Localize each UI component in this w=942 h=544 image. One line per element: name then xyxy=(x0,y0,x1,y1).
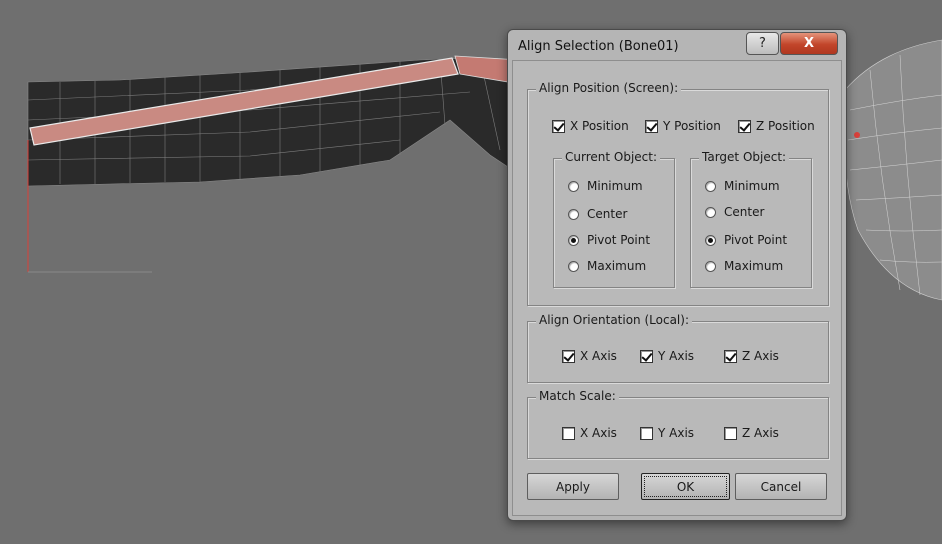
ok-button[interactable]: OK xyxy=(641,473,730,500)
align-orientation-group: Align Orientation (Local): X Axis Y Axis… xyxy=(527,313,829,383)
orientation-y-check-icon xyxy=(640,349,653,363)
y-position-checkbox[interactable]: Y Position xyxy=(645,119,721,133)
orientation-x-label: X Axis xyxy=(580,349,617,363)
target-pivot-point-label: Pivot Point xyxy=(724,233,788,247)
target-pivot-point-radio[interactable]: Pivot Point xyxy=(705,233,787,247)
current-minimum-radio[interactable]: Minimum xyxy=(568,179,643,193)
cancel-button[interactable]: Cancel xyxy=(735,473,827,500)
current-pivot-point-radio-icon xyxy=(568,234,579,246)
x-position-label: X Position xyxy=(570,119,629,133)
current-center-radio-icon xyxy=(568,208,579,220)
current-center-radio[interactable]: Center xyxy=(568,207,627,221)
target-object-group: Target Object: Minimum Center Pivot Poin… xyxy=(690,150,812,288)
dialog-title: Align Selection (Bone01) xyxy=(518,39,679,54)
help-button[interactable]: ? xyxy=(746,32,779,55)
target-minimum-radio[interactable]: Minimum xyxy=(705,179,780,193)
target-center-radio[interactable]: Center xyxy=(705,205,764,219)
align-orientation-legend: Align Orientation (Local): xyxy=(536,313,692,327)
close-button[interactable]: X xyxy=(780,32,838,55)
dialog-body: Align Position (Screen): X Position Y Po… xyxy=(512,60,842,516)
z-position-checkbox[interactable]: Z Position xyxy=(738,119,815,133)
x-position-check-icon xyxy=(552,119,565,133)
y-position-check-icon xyxy=(645,119,658,133)
z-position-check-icon xyxy=(738,119,751,133)
close-icon: X xyxy=(803,36,815,51)
x-position-checkbox[interactable]: X Position xyxy=(552,119,629,133)
scale-z-label: Z Axis xyxy=(742,426,779,440)
scale-y-axis-checkbox[interactable]: Y Axis xyxy=(640,426,694,440)
orientation-y-label: Y Axis xyxy=(658,349,695,363)
target-minimum-label: Minimum xyxy=(724,179,780,193)
current-maximum-label: Maximum xyxy=(587,259,647,273)
orientation-x-axis-checkbox[interactable]: X Axis xyxy=(562,349,617,363)
current-object-legend: Current Object: xyxy=(562,150,661,164)
align-selection-dialog: Align Selection (Bone01) ? X Align Posit… xyxy=(507,29,847,521)
help-icon: ? xyxy=(759,36,766,51)
orientation-x-check-icon xyxy=(562,349,575,363)
current-minimum-radio-icon xyxy=(568,180,579,192)
match-scale-group: Match Scale: X Axis Y Axis Z Axis xyxy=(527,389,829,459)
target-maximum-radio[interactable]: Maximum xyxy=(705,259,783,273)
target-center-radio-icon xyxy=(705,206,716,218)
scale-y-label: Y Axis xyxy=(658,426,695,440)
align-position-group: Align Position (Screen): X Position Y Po… xyxy=(527,81,829,306)
scale-x-label: X Axis xyxy=(580,426,617,440)
orientation-z-label: Z Axis xyxy=(742,349,779,363)
scale-z-axis-checkbox[interactable]: Z Axis xyxy=(724,426,779,440)
scale-x-check-icon xyxy=(562,426,575,440)
current-center-label: Center xyxy=(587,207,628,221)
orientation-z-check-icon xyxy=(724,349,737,363)
current-maximum-radio[interactable]: Maximum xyxy=(568,259,646,273)
z-position-label: Z Position xyxy=(756,119,815,133)
current-pivot-point-radio[interactable]: Pivot Point xyxy=(568,233,650,247)
scale-x-axis-checkbox[interactable]: X Axis xyxy=(562,426,617,440)
head-pivot-marker xyxy=(854,132,860,138)
current-maximum-radio-icon xyxy=(568,260,579,272)
scale-z-check-icon xyxy=(724,426,737,440)
target-minimum-radio-icon xyxy=(705,180,716,192)
orientation-y-axis-checkbox[interactable]: Y Axis xyxy=(640,349,694,363)
target-center-label: Center xyxy=(724,205,765,219)
align-position-legend: Align Position (Screen): xyxy=(536,81,682,95)
target-pivot-point-radio-icon xyxy=(705,234,716,246)
orientation-z-axis-checkbox[interactable]: Z Axis xyxy=(724,349,779,363)
target-object-legend: Target Object: xyxy=(699,150,790,164)
current-pivot-point-label: Pivot Point xyxy=(587,233,651,247)
y-position-label: Y Position xyxy=(663,119,721,133)
target-maximum-radio-icon xyxy=(705,260,716,272)
current-object-group: Current Object: Minimum Center Pivot Poi… xyxy=(553,150,675,288)
match-scale-legend: Match Scale: xyxy=(536,389,619,403)
current-minimum-label: Minimum xyxy=(587,179,643,193)
apply-button[interactable]: Apply xyxy=(527,473,619,500)
scale-y-check-icon xyxy=(640,426,653,440)
target-maximum-label: Maximum xyxy=(724,259,784,273)
